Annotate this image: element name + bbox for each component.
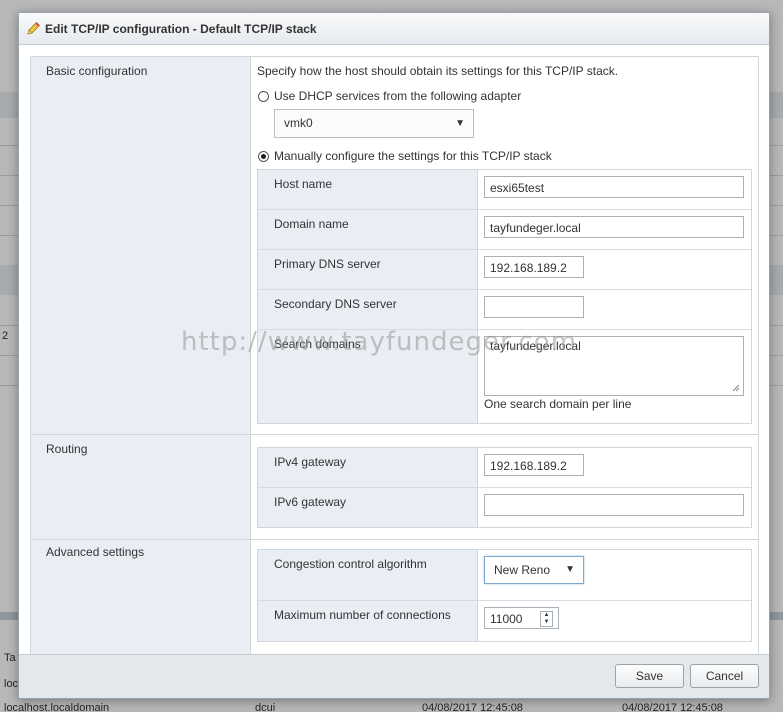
secondary-dns-label: Secondary DNS server xyxy=(274,297,397,311)
field-label-cell: IPv4 gateway xyxy=(258,448,478,487)
section-divider xyxy=(31,434,758,435)
adapter-select-value: vmk0 xyxy=(284,116,313,130)
ipv6-gateway-input[interactable] xyxy=(484,494,744,516)
ipv4-gateway-label: IPv4 gateway xyxy=(274,455,347,469)
resize-handle-icon[interactable] xyxy=(731,383,740,392)
adapter-select[interactable]: vmk0 ▼ xyxy=(274,109,474,138)
routing-label: Routing xyxy=(46,442,88,456)
primary-dns-row: Primary DNS server 192.168.189.2 xyxy=(258,250,751,290)
field-label-cell: IPv6 gateway xyxy=(258,488,478,527)
primary-dns-input[interactable]: 192.168.189.2 xyxy=(484,256,584,278)
watermark-text: http://www.tayfundeger.com xyxy=(181,327,578,357)
field-label-cell: Domain name xyxy=(258,210,478,249)
domain-name-row: Domain name tayfundeger.local xyxy=(258,210,751,250)
domain-name-input[interactable]: tayfundeger.local xyxy=(484,216,744,238)
primary-dns-label: Primary DNS server xyxy=(274,257,381,271)
search-domains-hint: One search domain per line xyxy=(484,397,632,411)
max-connections-label: Maximum number of connections xyxy=(274,608,451,622)
host-name-input[interactable]: esxi65test xyxy=(484,176,744,198)
max-connections-input[interactable]: 11000 ▲ ▼ xyxy=(484,607,559,629)
dialog-title: Edit TCP/IP configuration - Default TCP/… xyxy=(45,22,317,36)
dhcp-radio[interactable] xyxy=(258,91,269,102)
congestion-row: Congestion control algorithm New Reno ▼ xyxy=(258,550,751,601)
dropdown-arrow-icon: ▼ xyxy=(455,118,465,129)
field-label-cell: Secondary DNS server xyxy=(258,290,478,329)
dropdown-arrow-icon: ▼ xyxy=(565,564,575,575)
secondary-dns-row: Secondary DNS server xyxy=(258,290,751,330)
congestion-select[interactable]: New Reno ▼ xyxy=(484,556,584,584)
host-name-row: Host name esxi65test xyxy=(258,170,751,210)
congestion-select-value: New Reno xyxy=(494,563,551,577)
advanced-grid: Congestion control algorithm New Reno ▼ … xyxy=(257,549,752,642)
ipv6-gateway-label: IPv6 gateway xyxy=(274,495,347,509)
max-connections-row: Maximum number of connections 11000 ▲ ▼ xyxy=(258,601,751,641)
secondary-dns-input[interactable] xyxy=(484,296,584,318)
manual-settings-grid: Host name esxi65test Domain name tayfund… xyxy=(257,169,752,424)
field-label-cell: Maximum number of connections xyxy=(258,601,478,641)
manual-radio[interactable] xyxy=(258,151,269,162)
routing-grid: IPv4 gateway 192.168.189.2 IPv6 gateway xyxy=(257,447,752,528)
advanced-settings-label: Advanced settings xyxy=(46,545,145,559)
ipv6-gateway-row: IPv6 gateway xyxy=(258,488,751,527)
section-divider xyxy=(31,539,758,540)
host-name-label: Host name xyxy=(274,177,333,191)
field-label-cell: Host name xyxy=(258,170,478,209)
field-label-cell: Primary DNS server xyxy=(258,250,478,289)
cancel-button[interactable]: Cancel xyxy=(690,664,759,688)
save-button[interactable]: Save xyxy=(615,664,684,688)
ipv4-gateway-row: IPv4 gateway 192.168.189.2 xyxy=(258,448,751,488)
domain-name-label: Domain name xyxy=(274,217,349,231)
basic-config-label: Basic configuration xyxy=(46,64,148,78)
spinner-up-icon[interactable]: ▲ xyxy=(541,612,552,619)
max-connections-value: 11000 xyxy=(490,612,523,626)
dialog-footer: Save Cancel xyxy=(19,654,769,698)
field-label-cell: Congestion control algorithm xyxy=(258,550,478,600)
spinner-down-icon[interactable]: ▼ xyxy=(541,619,552,626)
basic-config-description: Specify how the host should obtain its s… xyxy=(257,64,619,78)
number-spinner[interactable]: ▲ ▼ xyxy=(540,611,553,627)
manual-radio-label[interactable]: Manually configure the settings for this… xyxy=(274,149,552,163)
pencil-icon xyxy=(27,21,41,35)
congestion-label: Congestion control algorithm xyxy=(274,557,427,571)
ipv4-gateway-input[interactable]: 192.168.189.2 xyxy=(484,454,584,476)
dhcp-radio-label[interactable]: Use DHCP services from the following ada… xyxy=(274,89,521,103)
dialog-titlebar[interactable]: Edit TCP/IP configuration - Default TCP/… xyxy=(19,13,769,45)
